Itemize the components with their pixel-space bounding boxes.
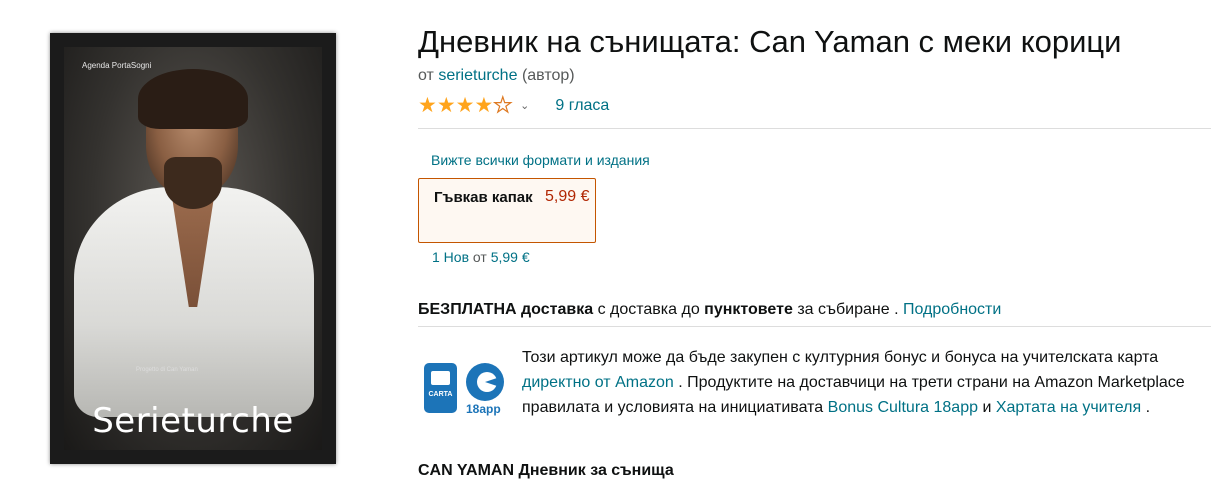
new-offers-link[interactable]: 1 Нов — [432, 249, 469, 265]
offers-line: 1 Нов от 5,99 € — [432, 249, 530, 265]
delivery-details-link[interactable]: Подробности — [903, 301, 1001, 318]
bonus-line-2: директно от Amazon . Продуктите на доста… — [522, 370, 1185, 395]
free-delivery-label: БЕЗПЛАТНА доставка — [418, 301, 594, 318]
bonus-line-3-and: и — [982, 399, 992, 416]
bonus-line-2-text: . Продуктите на доставчици на трети стра… — [678, 374, 1185, 391]
bonus-info: Този артикул може да бъде закупен с култ… — [522, 345, 1185, 420]
offers-price[interactable]: 5,99 € — [491, 249, 530, 265]
star-icon: ★ — [474, 94, 494, 117]
bonus-line-3-end: . — [1145, 399, 1151, 416]
byline: от serieturche (автор) — [418, 67, 575, 85]
star-empty-icon: ★ — [493, 94, 513, 117]
ratings-count-link[interactable]: 9 гласа — [555, 97, 609, 115]
delivery-message: БЕЗПЛАТНА доставка с доставка до пунктов… — [418, 301, 1001, 319]
bonus-line-3: правилата и условията на инициативата Bo… — [522, 395, 1185, 420]
format-option-paperback[interactable]: Гъвкав капак 5,99 € — [418, 178, 596, 243]
rating-row: ★ ★ ★ ★ ★ ⌄ 9 гласа — [418, 94, 609, 117]
carta-docente-icon: CARTA — [424, 363, 457, 413]
cover-figure-hair — [138, 69, 248, 129]
cover-author-text: Serieturche — [92, 401, 294, 441]
chevron-down-icon[interactable]: ⌄ — [520, 99, 529, 112]
bonus-cultura-link[interactable]: Bonus Cultura 18app — [828, 399, 978, 416]
cover-series-label: Agenda PortaSogni — [82, 61, 152, 70]
delivery-with: с доставка до — [597, 301, 700, 318]
app18-label: 18app — [466, 402, 501, 416]
offers-from: от — [472, 249, 487, 265]
book-cover-image[interactable]: Agenda PortaSogni Progetto di Can Yaman … — [50, 33, 336, 464]
author-role: (автор) — [521, 67, 575, 84]
star-icon: ★ — [455, 94, 475, 117]
cover-figure-beard — [164, 157, 222, 209]
bonus-line-1: Този артикул може да бъде закупен с култ… — [522, 349, 1159, 366]
byline-prefix: от — [418, 67, 434, 84]
divider — [418, 326, 1211, 327]
cover-artwork: Agenda PortaSogni Progetto di Can Yaman … — [64, 47, 322, 450]
product-title: Дневник на сънищата: Can Yaman с меки ко… — [418, 24, 1122, 59]
format-name: Гъвкав капак — [434, 189, 533, 206]
all-formats-link[interactable]: Вижте всички формати и издания — [431, 152, 650, 168]
divider — [418, 128, 1211, 129]
cover-small-text: Progetto di Can Yaman — [136, 367, 198, 373]
star-icon: ★ — [418, 94, 437, 117]
app18-icon — [466, 363, 504, 401]
direct-from-amazon-link[interactable]: директно от Amazon — [522, 374, 674, 391]
bonus-line-3-text: правилата и условията на инициативата — [522, 399, 824, 416]
product-subtitle: CAN YAMAN Дневник за сънища — [418, 462, 674, 479]
author-link[interactable]: serieturche — [438, 67, 517, 84]
teacher-charter-link[interactable]: Хартата на учителя — [996, 399, 1141, 416]
star-icon: ★ — [436, 94, 456, 117]
star-rating[interactable]: ★ ★ ★ ★ ★ — [418, 94, 513, 117]
delivery-points: пунктовете — [704, 301, 793, 318]
delivery-pickup: за събиране . — [797, 301, 899, 318]
format-price: 5,99 € — [545, 188, 590, 205]
